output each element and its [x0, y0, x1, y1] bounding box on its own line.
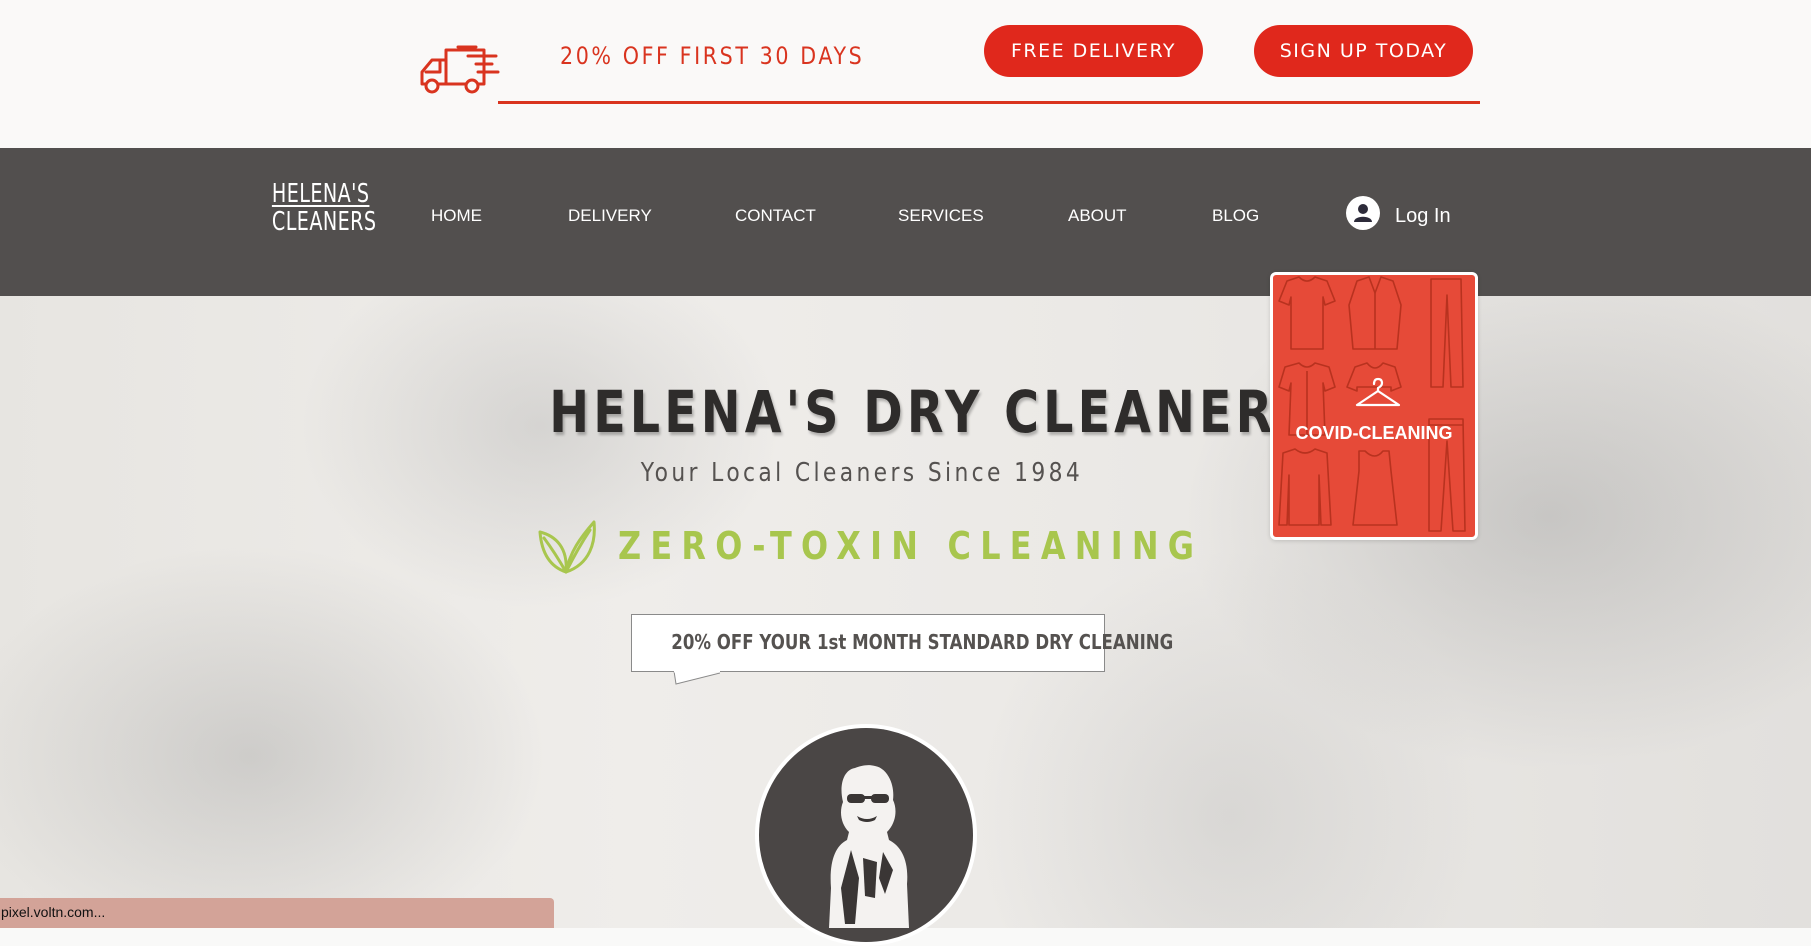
leaf-icon — [538, 520, 596, 574]
nav-item-blog[interactable]: BLOG — [1212, 206, 1259, 226]
promo-headline: 20% OFF FIRST 30 DAYS — [560, 42, 865, 70]
covid-cleaning-card[interactable]: COVID-CLEANING — [1270, 272, 1478, 540]
browser-status-bar: pixel.voltn.com... — [0, 898, 554, 928]
helena-portrait — [755, 724, 977, 946]
logo-line-2: CLEANERS — [271, 207, 377, 237]
hero-subtitle: Your Local Cleaners Since 1984 — [640, 458, 1084, 488]
promo-underline — [498, 101, 1480, 104]
hanger-icon — [1355, 377, 1401, 407]
zero-toxin-tagline: ZERO-TOXIN CLEANING — [618, 524, 1204, 568]
offer-text: 20% OFF YOUR 1st MONTH STANDARD DRY CLEA… — [671, 630, 1174, 654]
site-logo[interactable]: HELENA'S CLEANERS — [271, 179, 377, 237]
nav-item-services[interactable]: SERVICES — [898, 206, 984, 226]
sign-up-today-button[interactable]: SIGN UP TODAY — [1254, 25, 1473, 77]
hero-title: HELENA'S DRY CLEANERS — [549, 378, 1315, 446]
delivery-truck-icon — [420, 45, 500, 94]
logo-line-1: HELENA'S — [271, 179, 370, 209]
user-avatar-icon — [1346, 196, 1380, 230]
promo-bar — [0, 0, 1811, 148]
nav-item-about[interactable]: ABOUT — [1068, 206, 1127, 226]
login-button[interactable]: Log In — [1346, 196, 1451, 230]
nav-item-delivery[interactable]: DELIVERY — [568, 206, 652, 226]
nav-item-contact[interactable]: CONTACT — [735, 206, 816, 226]
free-delivery-button[interactable]: FREE DELIVERY — [984, 25, 1203, 77]
covid-cleaning-label: COVID-CLEANING — [1295, 423, 1453, 443]
login-label: Log In — [1395, 205, 1451, 227]
speech-bubble-tail — [673, 671, 720, 685]
nav-item-home[interactable]: HOME — [431, 206, 482, 226]
